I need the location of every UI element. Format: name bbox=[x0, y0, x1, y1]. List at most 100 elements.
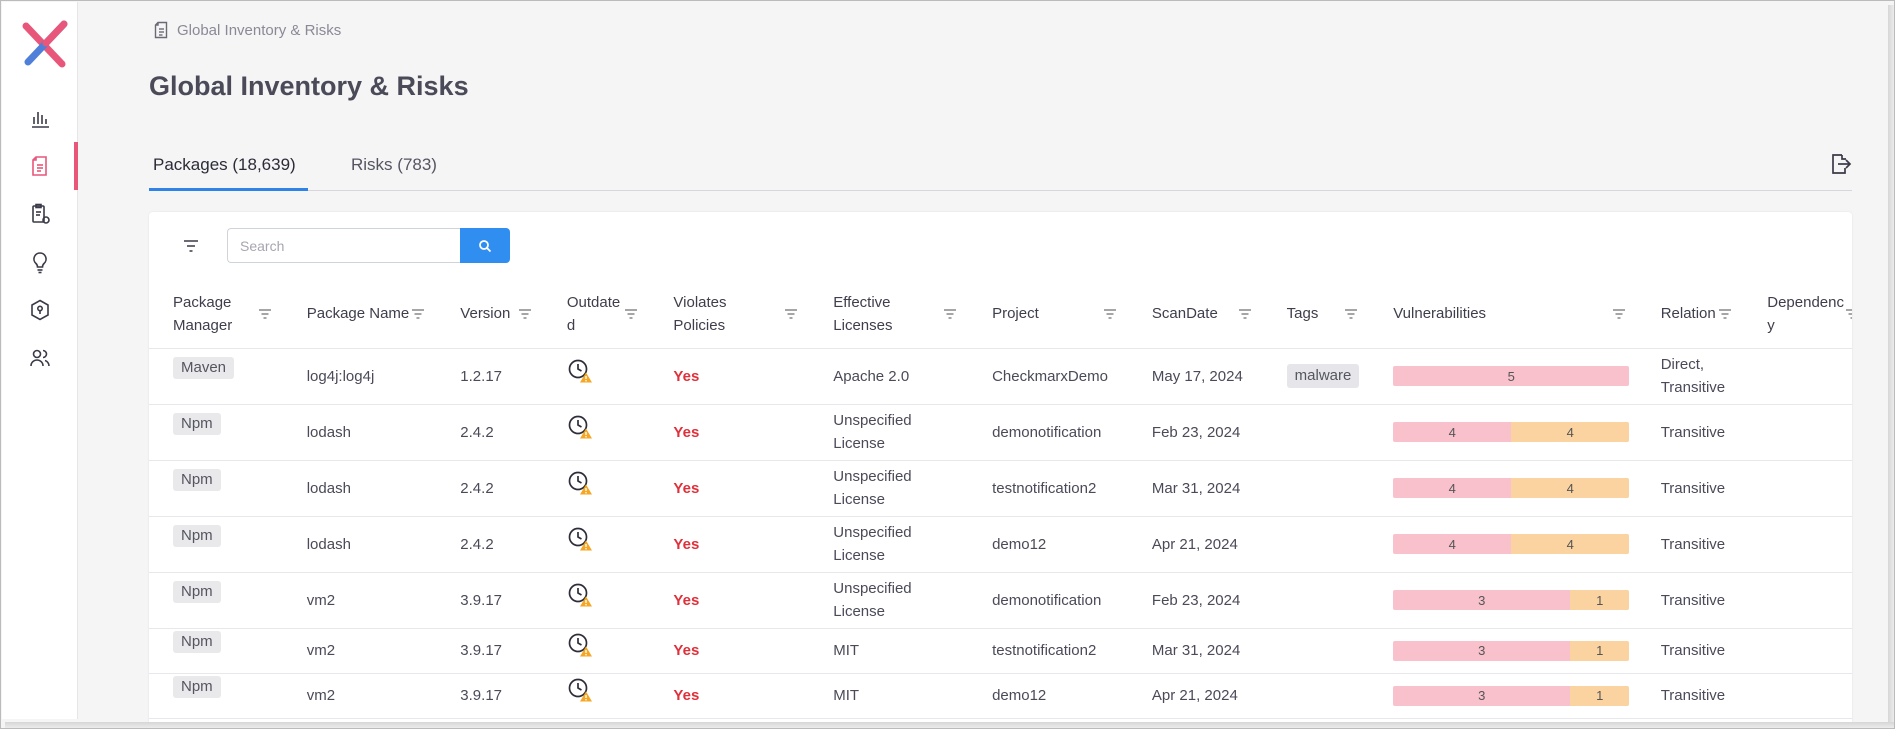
cell-scan-date: Apr 21, 2024 bbox=[1127, 673, 1263, 719]
tab-risks[interactable]: Risks (783) bbox=[351, 155, 437, 191]
cell-dependency bbox=[1743, 516, 1852, 573]
table-row[interactable]: Npm lodash 2.4.2 Yes Unspecified License demo… bbox=[149, 404, 1852, 461]
column-header-effective-licenses[interactable]: Effective Licenses bbox=[809, 280, 969, 349]
cell-dependency bbox=[1743, 628, 1852, 674]
column-filter-icon[interactable] bbox=[1237, 308, 1253, 320]
column-filter-icon[interactable] bbox=[1611, 308, 1627, 320]
column-filter-icon[interactable] bbox=[783, 308, 799, 320]
app-window: Global Inventory & Risks Global Inventor… bbox=[0, 0, 1895, 729]
table-row[interactable]: Npm vm2 3.9.17 Yes MIT demo12 Apr 21, 2024 3 1 Tr… bbox=[149, 673, 1852, 719]
column-filter-icon[interactable] bbox=[517, 308, 533, 320]
cell-package-name: lodash bbox=[282, 404, 437, 461]
license: MIT bbox=[833, 687, 860, 704]
column-header-relation[interactable]: Relation bbox=[1636, 280, 1744, 349]
project-name[interactable]: demo12 bbox=[992, 687, 1046, 704]
search-button[interactable] bbox=[460, 228, 510, 263]
cell-project: testnotification2 bbox=[968, 460, 1128, 517]
cell-outdated bbox=[542, 460, 650, 517]
version: 2.4.2 bbox=[460, 479, 494, 497]
sidebar-item-security[interactable] bbox=[2, 286, 78, 334]
cell-tags: malware bbox=[1262, 348, 1370, 405]
cell-scan-date: Mar 31, 2024 bbox=[1127, 460, 1263, 517]
package-name[interactable]: vm2 bbox=[307, 642, 335, 659]
table-row[interactable]: Npm lodash 2.4.2 Yes Unspecified License test… bbox=[149, 460, 1852, 517]
sidebar-item-insights[interactable] bbox=[2, 238, 78, 286]
cell-dependency bbox=[1743, 460, 1852, 517]
package-name[interactable]: vm2 bbox=[307, 687, 335, 704]
vulnerabilities-bar[interactable]: 44 bbox=[1393, 478, 1630, 498]
relation: Transitive bbox=[1660, 642, 1726, 659]
package-manager-badge: Npm bbox=[173, 580, 221, 603]
cell-package-manager: Npm bbox=[149, 673, 283, 719]
column-header-tags[interactable]: Tags bbox=[1262, 280, 1370, 349]
project-name[interactable]: demo12 bbox=[992, 536, 1046, 553]
column-filter-icon[interactable] bbox=[410, 308, 426, 320]
column-filter-icon[interactable] bbox=[1844, 308, 1852, 320]
vulnerabilities-bar[interactable]: 5 bbox=[1393, 366, 1630, 386]
package-name[interactable]: log4j:log4j bbox=[307, 368, 375, 385]
sidebar-item-inventory[interactable] bbox=[2, 142, 78, 190]
column-header-version[interactable]: Version bbox=[436, 280, 543, 349]
version: 3.9.17 bbox=[460, 591, 503, 609]
column-header-vulnerabilities[interactable]: Vulnerabilities bbox=[1369, 280, 1637, 349]
project-name[interactable]: CheckmarxDemo bbox=[992, 368, 1108, 385]
column-header-package-manager[interactable]: Package Manager bbox=[149, 280, 283, 349]
table-row[interactable]: Npm vm2 3.9.17 Yes Unspecified License demono… bbox=[149, 572, 1852, 629]
vulnerabilities-bar[interactable]: 44 bbox=[1393, 422, 1630, 442]
packages-card: Package Manager Package Name Version Outdat… bbox=[149, 212, 1852, 728]
package-name[interactable]: lodash bbox=[307, 424, 351, 441]
tab-packages[interactable]: Packages (18,639) bbox=[149, 155, 308, 191]
package-name[interactable]: lodash bbox=[307, 536, 351, 553]
breadcrumb-label[interactable]: Global Inventory & Risks bbox=[177, 22, 341, 39]
package-name[interactable]: vm2 bbox=[307, 592, 335, 609]
column-header-violates-policies[interactable]: Violates Policies bbox=[649, 280, 810, 349]
project-name[interactable]: testnotification2 bbox=[992, 642, 1096, 659]
vulnerabilities-bar[interactable]: 44 bbox=[1393, 534, 1630, 554]
cell-package-name: log4j:log4j bbox=[282, 348, 437, 405]
column-filter-icon[interactable] bbox=[942, 308, 958, 320]
column-header-dependency[interactable]: Dependenc y bbox=[1743, 280, 1852, 349]
column-header-scan-date[interactable]: ScanDate bbox=[1127, 280, 1263, 349]
vulnerability-segment-high: 4 bbox=[1393, 422, 1512, 442]
vulnerabilities-bar[interactable]: 31 bbox=[1393, 685, 1630, 706]
scan-date: Feb 23, 2024 bbox=[1151, 591, 1241, 609]
tag-badge: malware bbox=[1286, 364, 1360, 388]
project-name[interactable]: demonotification bbox=[992, 424, 1101, 441]
sidebar-item-analytics[interactable] bbox=[2, 94, 78, 142]
sidebar-item-users[interactable] bbox=[2, 334, 78, 382]
cell-project: testnotification2 bbox=[968, 628, 1128, 674]
table-body: Maven log4j:log4j 1.2.17 Yes Apache 2.0 Check… bbox=[149, 348, 1852, 719]
project-name[interactable]: demonotification bbox=[992, 592, 1101, 609]
export-icon[interactable] bbox=[1827, 151, 1853, 177]
vulnerability-segment-high: 5 bbox=[1393, 366, 1630, 386]
version: 1.2.17 bbox=[460, 367, 503, 385]
column-header-package-name[interactable]: Package Name bbox=[282, 280, 437, 349]
project-name[interactable]: testnotification2 bbox=[992, 480, 1096, 497]
column-header-outdated[interactable]: Outdate d bbox=[542, 280, 650, 349]
app-logo-icon[interactable] bbox=[20, 18, 70, 68]
cell-violates-policies: Yes bbox=[649, 516, 810, 573]
table-row[interactable]: Maven log4j:log4j 1.2.17 Yes Apache 2.0 Check… bbox=[149, 348, 1852, 405]
scan-date: Mar 31, 2024 bbox=[1151, 642, 1241, 659]
column-header-label: Dependenc y bbox=[1767, 293, 1844, 334]
column-filter-icon[interactable] bbox=[1343, 308, 1359, 320]
column-filter-icon[interactable] bbox=[1717, 308, 1733, 320]
vulnerabilities-bar[interactable]: 31 bbox=[1393, 640, 1630, 661]
filter-icon[interactable] bbox=[181, 236, 201, 256]
cell-effective-licenses: MIT bbox=[809, 673, 969, 719]
column-filter-icon[interactable] bbox=[1102, 308, 1118, 320]
vulnerabilities-bar[interactable]: 31 bbox=[1393, 590, 1630, 610]
cell-relation: Transitive bbox=[1636, 628, 1744, 674]
column-filter-icon[interactable] bbox=[623, 308, 639, 320]
table-row[interactable]: Npm lodash 2.4.2 Yes Unspecified License demo… bbox=[149, 516, 1852, 573]
cell-tags bbox=[1262, 404, 1370, 461]
column-header-project[interactable]: Project bbox=[968, 280, 1128, 349]
package-manager-badge: Npm bbox=[173, 631, 221, 653]
sidebar-item-policies[interactable] bbox=[2, 190, 78, 238]
package-name[interactable]: lodash bbox=[307, 480, 351, 497]
column-filter-icon[interactable] bbox=[257, 308, 273, 320]
outdated-clock-warning-icon bbox=[567, 632, 593, 658]
column-header-label: Package Manager bbox=[173, 293, 233, 334]
search-input[interactable] bbox=[227, 228, 461, 263]
table-row[interactable]: Npm vm2 3.9.17 Yes MIT testnotification2 Mar 3… bbox=[149, 628, 1852, 674]
